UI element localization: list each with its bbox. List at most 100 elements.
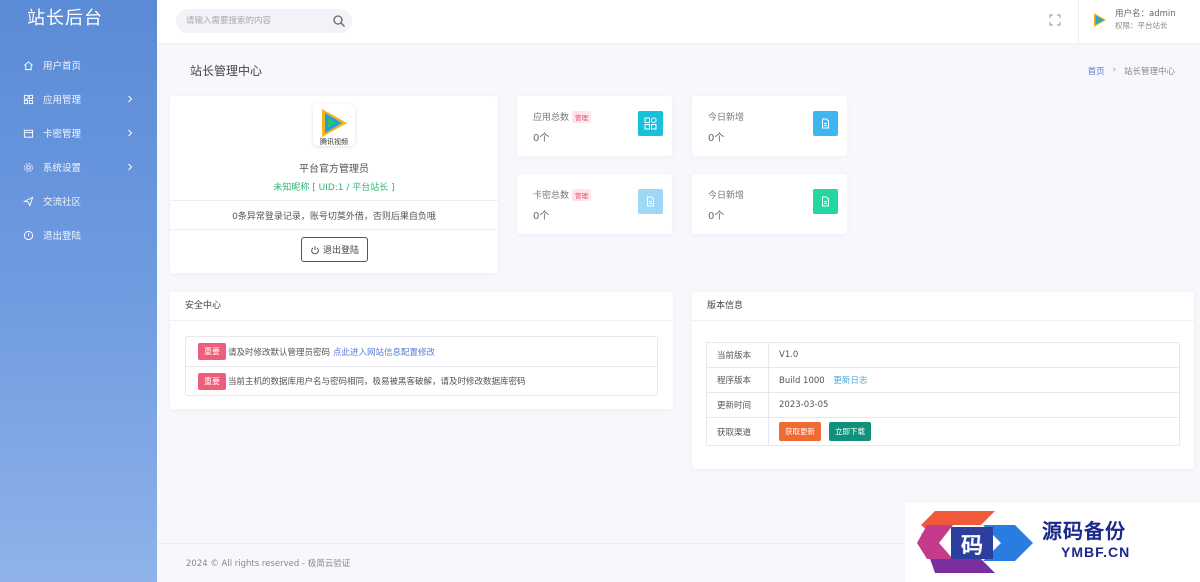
table-row: 更新时间 2023-03-05: [706, 392, 1180, 418]
login-warning: 0条异常登录记录，账号切莫外借，否则后果自负哦: [232, 212, 436, 222]
version-value-cell: Build 1000 更新日志: [768, 367, 1180, 393]
sidebar: 站长后台 用户首页 应用管理 卡密管理 系统设置 交流社区 退出登陆: [0, 0, 157, 582]
logo-caption: 腾讯视频: [320, 137, 348, 146]
stat-value: 0个: [533, 133, 550, 144]
sidebar-item-label: 系统设置: [43, 163, 82, 174]
chevron-right-icon: [128, 163, 133, 171]
changelog-link[interactable]: 更新日志: [833, 376, 867, 386]
profile-nickname: 未知昵称 [ UID:1 / 平台站长 ]: [273, 183, 395, 193]
sidebar-item-label: 用户首页: [43, 61, 82, 72]
sidebar-item-label: 应用管理: [43, 95, 82, 106]
security-title: 安全中心: [170, 292, 673, 321]
version-value: 2023-03-05: [768, 392, 1180, 418]
version-actions: 获取更新 立即下载: [768, 417, 1180, 446]
user-role: 权限：平台站长: [1115, 21, 1168, 30]
sidebar-item-home[interactable]: 用户首页: [0, 48, 157, 82]
send-icon: [22, 195, 34, 207]
version-key: 当前版本: [706, 342, 769, 368]
logout-button[interactable]: 退出登陆: [301, 237, 368, 262]
version-title: 版本信息: [692, 292, 1194, 321]
version-value: Build 1000: [779, 376, 825, 386]
version-key: 获取渠道: [706, 417, 769, 446]
get-update-button[interactable]: 获取更新: [779, 422, 821, 441]
gear-icon: [22, 161, 34, 173]
topbar-divider: [1078, 0, 1079, 43]
table-row: 当前版本 V1.0: [706, 342, 1180, 368]
breadcrumb-separator: ›: [1112, 65, 1116, 75]
sidebar-item-community[interactable]: 交流社区: [0, 184, 157, 218]
user-menu[interactable]: 用户名：admin 权限：平台站长: [1088, 9, 1176, 31]
avatar: [1088, 9, 1110, 31]
stat-value: 0个: [708, 211, 725, 222]
config-link[interactable]: 点此进入网站信息配置修改: [333, 346, 435, 358]
profile-name: 平台官方管理员: [299, 164, 369, 175]
search-input[interactable]: [186, 16, 326, 26]
logout-label: 退出登陆: [322, 245, 359, 255]
version-table: 当前版本 V1.0 程序版本 Build 1000 更新日志 更新时间 2023…: [706, 342, 1180, 446]
sidebar-item-cards[interactable]: 卡密管理: [0, 116, 157, 150]
sidebar-item-settings[interactable]: 系统设置: [0, 150, 157, 184]
stat-label: 卡密总数: [533, 191, 570, 201]
stat-value: 0个: [533, 211, 550, 222]
divider: [170, 229, 498, 230]
table-row: 获取渠道 获取更新 立即下载: [706, 417, 1180, 446]
version-card: 版本信息 当前版本 V1.0 程序版本 Build 1000 更新日志 更新时间…: [692, 292, 1194, 469]
apps-icon: [22, 93, 34, 105]
breadcrumb-home-link[interactable]: 首页: [1088, 65, 1105, 77]
power-icon: [311, 245, 319, 254]
footer-copyright: 2024 © All rights reserved - 极简云验证: [186, 559, 351, 569]
version-key: 程序版本: [706, 367, 769, 393]
home-icon: [22, 59, 34, 71]
power-icon: [22, 229, 34, 241]
watermark: 码 源码备份 YMBF.CN: [905, 503, 1200, 582]
stat-label: 应用总数: [533, 113, 570, 123]
chevron-right-icon: [128, 95, 133, 103]
chevron-right-icon: [128, 129, 133, 137]
watermark-logo-icon: 码: [917, 511, 1033, 573]
sidebar-item-label: 退出登陆: [43, 231, 82, 242]
page-title: 站长管理中心: [190, 64, 263, 78]
breadcrumb-current: 站长管理中心: [1123, 67, 1175, 77]
security-list: 重要 请及时修改默认管理员密码 点此进入网站信息配置修改 重要 当前主机的数据库…: [185, 336, 658, 396]
sidebar-item-logout[interactable]: 退出登陆: [0, 218, 157, 252]
sidebar-item-label: 卡密管理: [43, 129, 82, 140]
version-key: 更新时间: [706, 392, 769, 418]
apps-icon: [638, 111, 663, 136]
watermark-url: YMBF.CN: [1061, 544, 1131, 560]
sidebar-item-apps[interactable]: 应用管理: [0, 82, 157, 116]
stat-label: 今日新增: [708, 113, 745, 123]
file-icon: [813, 189, 838, 214]
search-box: [176, 9, 352, 33]
user-name: 用户名：admin: [1115, 9, 1176, 19]
search-icon[interactable]: [332, 14, 346, 28]
stat-value: 0个: [708, 133, 725, 144]
sidebar-menu: 用户首页 应用管理 卡密管理 系统设置 交流社区 退出登陆: [0, 48, 157, 252]
stat-card-today-apps: 今日新增 0个: [692, 96, 847, 156]
file-icon: [813, 111, 838, 136]
tencent-video-logo: 腾讯视频: [313, 104, 355, 146]
security-message: 当前主机的数据库用户名与密码相同，极易被黑客破解，请及时修改数据库密码: [228, 377, 526, 387]
fullscreen-icon[interactable]: [1048, 13, 1062, 27]
watermark-title: 源码备份: [1042, 519, 1126, 543]
security-message: 请及时修改默认管理员密码: [228, 347, 331, 358]
version-value: V1.0: [768, 342, 1180, 368]
security-card: 安全中心 重要 请及时修改默认管理员密码 点此进入网站信息配置修改 重要 当前主…: [170, 292, 673, 409]
stat-card-today-cards: 今日新增 0个: [692, 174, 847, 234]
stat-label: 今日新增: [708, 191, 745, 201]
stat-card-cards[interactable]: 卡密总数 管理 0个: [517, 174, 672, 234]
watermark-mark: 码: [961, 533, 983, 559]
stat-card-apps[interactable]: 应用总数 管理 0个: [517, 96, 672, 156]
manage-badge[interactable]: 管理: [572, 188, 592, 201]
top-bar: 用户名：admin 权限：平台站长: [157, 0, 1200, 43]
table-row: 程序版本 Build 1000 更新日志: [706, 367, 1180, 393]
download-button[interactable]: 立即下载: [829, 422, 871, 441]
breadcrumb: 首页 › 站长管理中心: [1088, 65, 1175, 77]
important-tag: 重要: [198, 343, 226, 360]
list-item: 重要 请及时修改默认管理员密码 点此进入网站信息配置修改: [186, 337, 657, 366]
manage-badge[interactable]: 管理: [572, 110, 592, 123]
sidebar-item-label: 交流社区: [43, 197, 82, 208]
card-icon: [22, 127, 34, 139]
file-icon: [638, 189, 663, 214]
important-tag: 重要: [198, 372, 226, 390]
brand-title: 站长后台: [27, 8, 103, 29]
